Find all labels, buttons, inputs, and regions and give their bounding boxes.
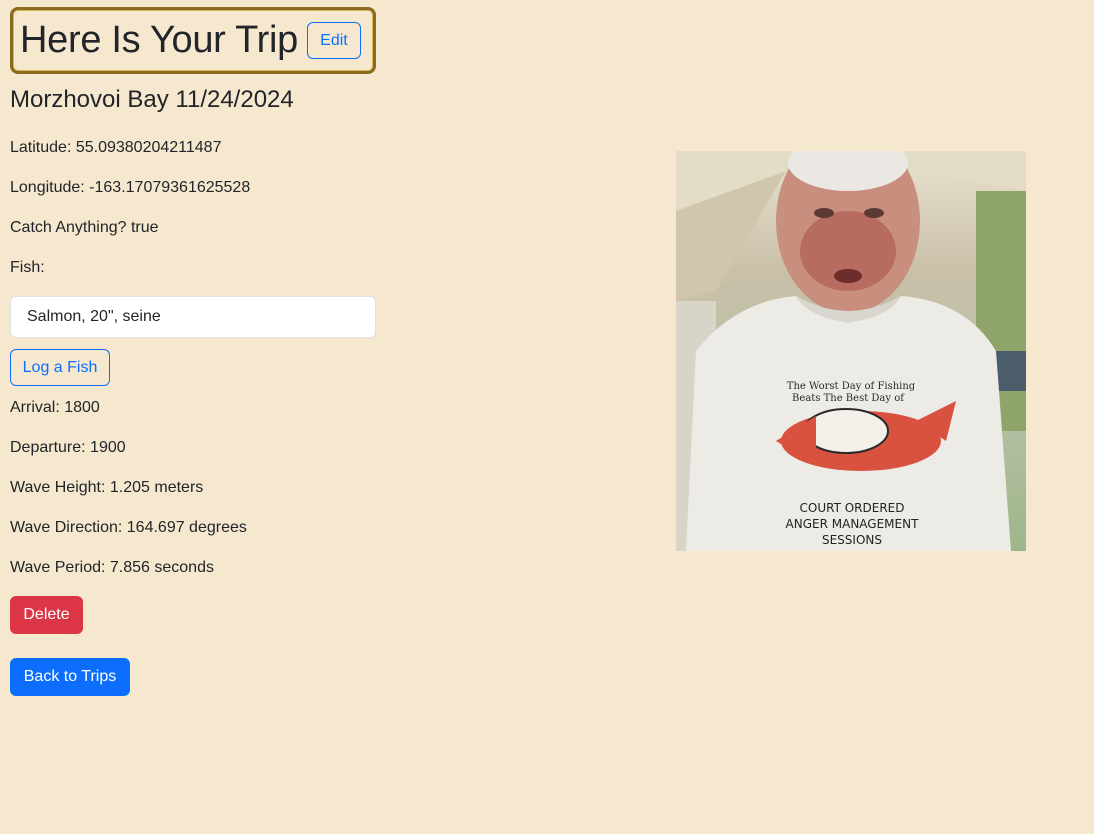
svg-text:Beats The Best Day of: Beats The Best Day of xyxy=(792,393,905,404)
wave-period-text: Wave Period: 7.856 seconds xyxy=(10,559,214,576)
trip-location-date: Morzhovoi Bay 11/24/2024 xyxy=(10,86,294,113)
longitude-text: Longitude: -163.17079361625528 xyxy=(10,179,251,196)
trip-detail-page: Here Is Your Trip Edit Morzhovoi Bay 11/… xyxy=(0,0,1094,834)
departure-text: Departure: 1900 xyxy=(10,439,126,456)
arrival-text: Arrival: 1800 xyxy=(10,399,100,416)
back-to-trips-button[interactable]: Back to Trips xyxy=(10,658,130,696)
wave-direction-text: Wave Direction: 164.697 degrees xyxy=(10,519,247,536)
wave-height-text: Wave Height: 1.205 meters xyxy=(10,479,204,496)
svg-text:SESSIONS: SESSIONS xyxy=(822,533,882,547)
trip-photo-illustration: The Worst Day of Fishing Beats The Best … xyxy=(676,151,1026,551)
catch-text: Catch Anything? true xyxy=(10,219,159,236)
log-fish-button[interactable]: Log a Fish xyxy=(10,349,110,386)
list-item: Salmon, 20", seine xyxy=(27,308,161,325)
svg-text:The Worst Day of Fishing: The Worst Day of Fishing xyxy=(787,381,916,392)
page-title: Here Is Your Trip xyxy=(20,19,298,61)
trip-photo: The Worst Day of Fishing Beats The Best … xyxy=(676,151,1026,551)
svg-text:COURT ORDERED: COURT ORDERED xyxy=(800,501,905,515)
edit-button[interactable]: Edit xyxy=(306,22,361,59)
svg-text:ANGER MANAGEMENT: ANGER MANAGEMENT xyxy=(786,517,920,531)
delete-button[interactable]: Delete xyxy=(10,596,83,634)
latitude-text: Latitude: 55.09380204211487 xyxy=(10,139,222,156)
fish-label: Fish: xyxy=(10,259,45,276)
fish-list: Salmon, 20", seine xyxy=(10,296,376,338)
page-header: Here Is Your Trip Edit xyxy=(10,7,376,74)
